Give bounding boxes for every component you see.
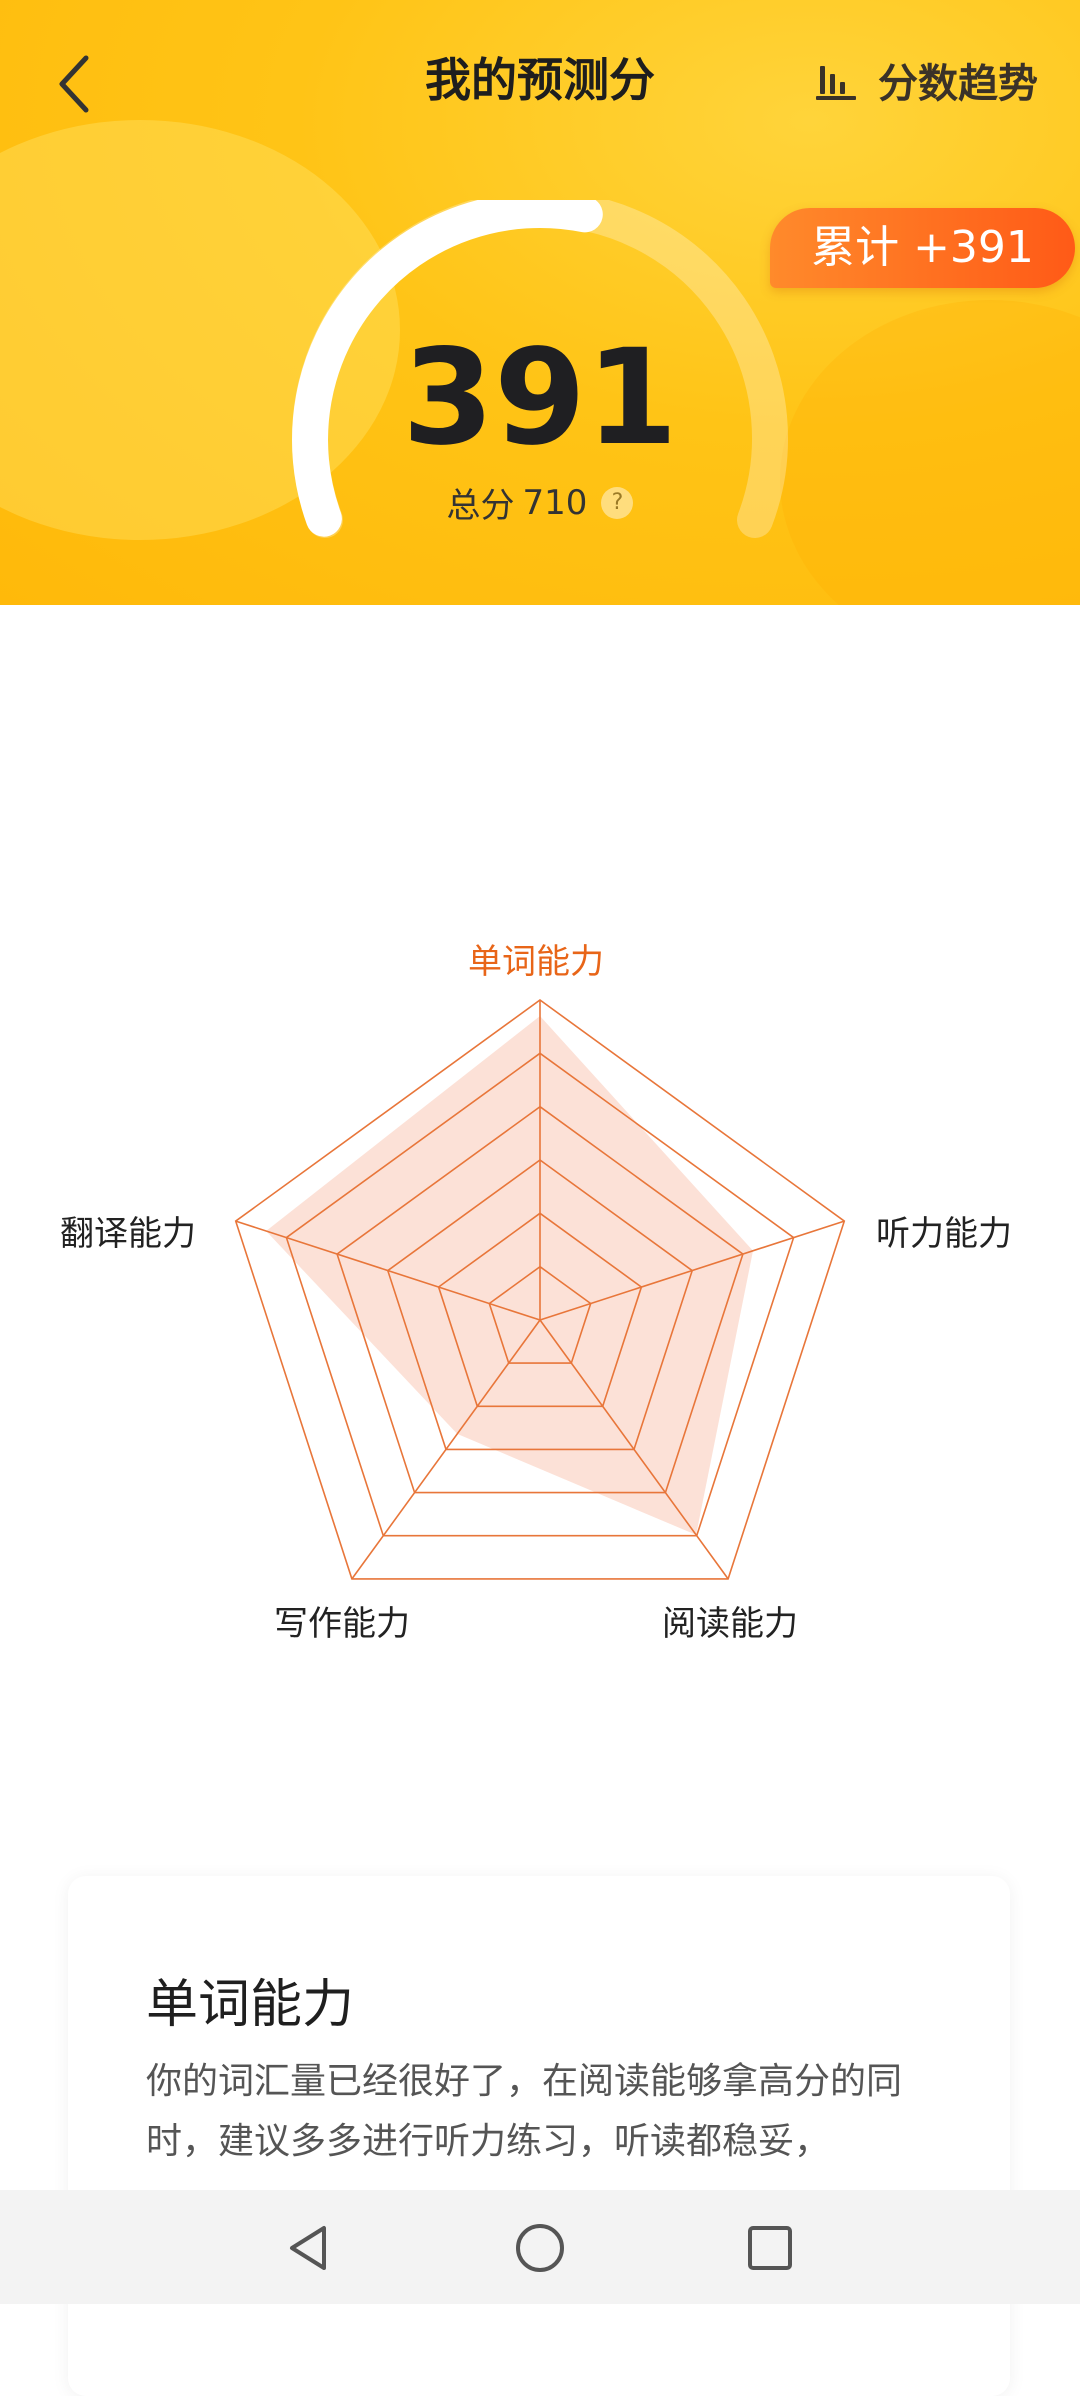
system-navigation-bar — [0, 2190, 1080, 2304]
radar-label-translation[interactable]: 翻译能力 — [60, 1206, 196, 1255]
ability-radar-chart: 单词能力 听力能力 阅读能力 写作能力 翻译能力 — [0, 900, 1080, 1660]
radar-score-area — [266, 1016, 753, 1535]
total-score-label: 总分 — [446, 486, 515, 526]
score-header: 我的预测分 分数趋势 累计 +391 391 总分 710 ? — [0, 0, 1080, 605]
radar-label-reading[interactable]: 阅读能力 — [662, 1596, 798, 1645]
triangle-back-icon[interactable] — [282, 2220, 338, 2276]
score-trend-label: 分数趋势 — [878, 61, 1038, 107]
radar-label-writing[interactable]: 写作能力 — [274, 1596, 410, 1645]
ability-detail-card: 单词能力 你的词汇量已经很好了，在阅读能够拿高分的同时，建议多多进行听力练习，听… — [68, 1876, 1010, 2396]
predicted-score-value: 391 — [402, 321, 678, 475]
radar-label-vocabulary[interactable]: 单词能力 — [468, 934, 604, 983]
cumulative-score-badge: 累计 +391 — [770, 208, 1075, 288]
square-recents-icon[interactable] — [742, 2220, 798, 2276]
total-score-line: 总分 710 ? — [0, 478, 1080, 527]
question-icon[interactable]: ? — [601, 486, 634, 519]
radar-grid — [234, 999, 846, 1580]
total-score-value: 710 — [522, 482, 588, 523]
bar-chart-icon — [816, 66, 856, 100]
radar-label-listening[interactable]: 听力能力 — [876, 1206, 1012, 1255]
circle-home-icon[interactable] — [512, 2220, 568, 2276]
ability-detail-text: 你的词汇量已经很好了，在阅读能够拿高分的同时，建议多多进行听力练习，听读都稳妥， — [146, 2061, 903, 2162]
score-trend-button[interactable]: 分数趋势 — [814, 48, 1038, 112]
ability-detail-title: 单词能力 — [146, 1975, 355, 2035]
